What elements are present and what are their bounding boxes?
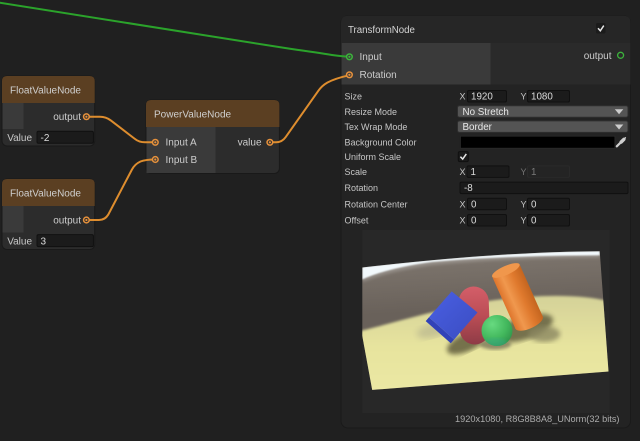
svg-text:Background Color: Background Color — [345, 137, 417, 147]
svg-text:X: X — [460, 216, 466, 226]
svg-text:TransformNode: TransformNode — [348, 25, 415, 36]
svg-text:0: 0 — [531, 199, 537, 210]
svg-text:1920: 1920 — [471, 92, 493, 103]
svg-text:Input: Input — [360, 52, 382, 63]
svg-text:Y: Y — [521, 92, 527, 102]
svg-text:0: 0 — [531, 216, 537, 227]
svg-text:X: X — [460, 167, 466, 177]
svg-text:-8: -8 — [464, 183, 473, 194]
svg-text:No Stretch: No Stretch — [463, 107, 509, 118]
svg-text:PowerValueNode: PowerValueNode — [154, 109, 232, 120]
svg-text:3: 3 — [41, 236, 47, 247]
svg-text:FloatValueNode: FloatValueNode — [10, 85, 81, 96]
svg-text:output: output — [53, 112, 81, 123]
svg-text:Scale: Scale — [345, 167, 368, 177]
svg-text:-2: -2 — [41, 133, 50, 144]
svg-text:Resize Mode: Resize Mode — [345, 107, 398, 117]
svg-text:Rotation: Rotation — [360, 70, 397, 81]
svg-text:Input B: Input B — [166, 155, 198, 166]
svg-text:Value: Value — [7, 236, 32, 247]
svg-text:Border: Border — [463, 122, 493, 133]
svg-text:X: X — [460, 199, 466, 209]
svg-text:0: 0 — [471, 216, 477, 227]
svg-text:output: output — [53, 215, 81, 226]
svg-text:Tex Wrap Mode: Tex Wrap Mode — [345, 122, 408, 132]
svg-text:FloatValueNode: FloatValueNode — [10, 188, 81, 199]
svg-text:Value: Value — [7, 133, 32, 144]
svg-text:Input A: Input A — [166, 138, 197, 149]
svg-text:Y: Y — [521, 216, 527, 226]
svg-text:value: value — [238, 138, 262, 149]
svg-text:1: 1 — [471, 167, 476, 178]
svg-text:Rotation: Rotation — [345, 183, 379, 193]
svg-text:X: X — [460, 92, 466, 102]
svg-text:1: 1 — [531, 167, 536, 178]
svg-text:Rotation Center: Rotation Center — [345, 199, 408, 209]
svg-text:Offset: Offset — [345, 216, 369, 226]
svg-text:output: output — [584, 51, 612, 62]
svg-text:Y: Y — [521, 199, 527, 209]
svg-text:0: 0 — [471, 199, 477, 210]
svg-text:Y: Y — [521, 167, 527, 177]
svg-text:Uniform Scale: Uniform Scale — [345, 152, 402, 162]
svg-text:1080: 1080 — [531, 92, 553, 103]
svg-text:1920x1080, R8G8B8A8_UNorm(32 b: 1920x1080, R8G8B8A8_UNorm(32 bits) — [455, 414, 619, 424]
svg-text:Size: Size — [345, 92, 363, 102]
